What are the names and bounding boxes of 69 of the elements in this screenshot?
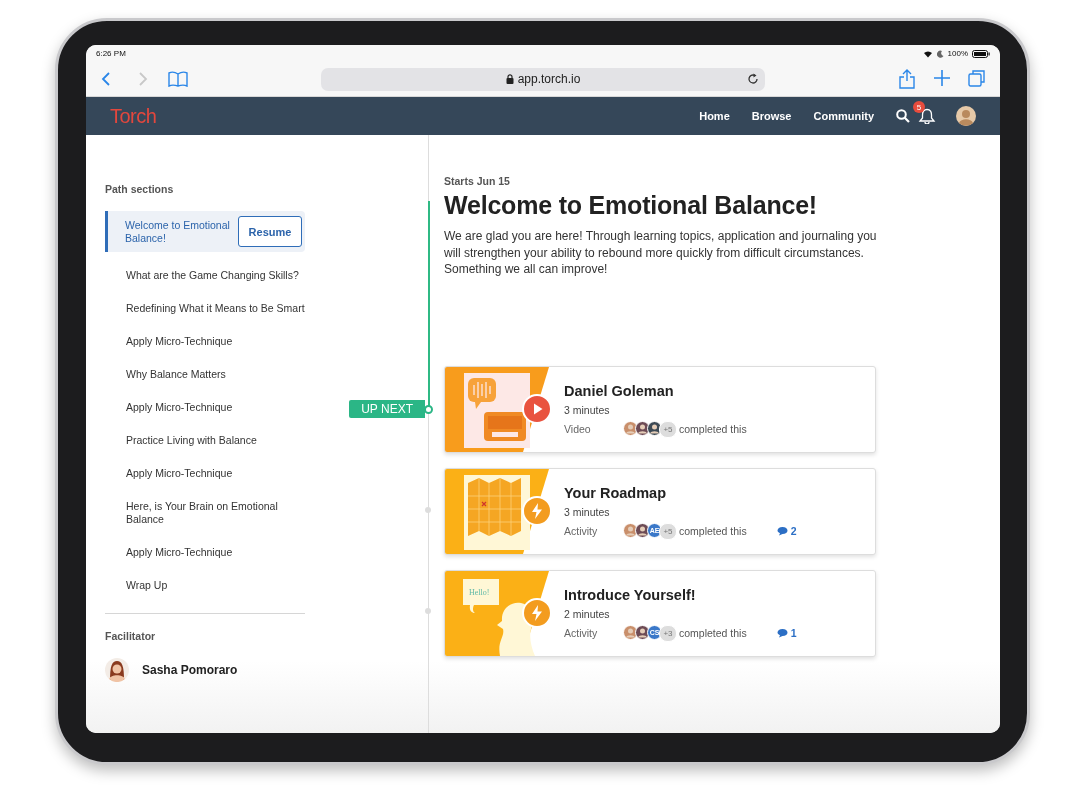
section-heading: Path sections bbox=[105, 183, 175, 195]
search-icon[interactable] bbox=[896, 109, 910, 123]
section-heading: Facilitator bbox=[105, 630, 157, 642]
completed-text: completed this bbox=[679, 525, 747, 537]
path-section-item[interactable]: Apply Micro-Technique bbox=[105, 391, 305, 424]
timeline-node bbox=[424, 405, 433, 414]
comment-icon bbox=[776, 526, 788, 536]
card-title: Introduce Yourself! bbox=[564, 586, 697, 603]
comment-count[interactable]: 2 bbox=[790, 525, 797, 537]
lightning-icon[interactable] bbox=[522, 495, 552, 526]
more-count: +5 bbox=[659, 522, 677, 540]
duration-text: 2 minutes bbox=[564, 607, 611, 620]
wifi-icon bbox=[922, 49, 933, 58]
lightning-icon[interactable] bbox=[522, 597, 552, 628]
user-avatar bbox=[635, 522, 650, 538]
battery-icon bbox=[972, 49, 990, 58]
nav-link[interactable]: Browse bbox=[751, 110, 792, 122]
completed-text: completed this bbox=[679, 423, 747, 435]
duration-text: 3 minutes bbox=[564, 505, 611, 518]
battery-percent: 100% bbox=[947, 49, 968, 58]
section-title: Welcome to Emotional Balance! bbox=[125, 218, 231, 245]
content-type: Activity bbox=[564, 525, 599, 537]
share-icon[interactable] bbox=[898, 69, 916, 89]
path-section-item[interactable]: Apply Micro-Technique bbox=[105, 325, 305, 358]
path-section-item[interactable]: Apply Micro-Technique bbox=[105, 457, 305, 490]
bubble-text: Hello! bbox=[469, 587, 490, 597]
user-avatar bbox=[647, 420, 662, 436]
completed-text: completed this bbox=[679, 627, 747, 639]
card-title: Your Roadmap bbox=[564, 484, 668, 501]
content-type: Video bbox=[564, 423, 592, 435]
reload-icon[interactable] bbox=[747, 72, 759, 85]
path-section-item[interactable]: Why Balance Matters bbox=[105, 358, 305, 391]
user-avatar[interactable] bbox=[956, 106, 976, 126]
more-count: +3 bbox=[659, 624, 677, 642]
page-title: Welcome to Emotional Balance! bbox=[444, 191, 818, 220]
path-section-item[interactable]: Redefining What it Means to Be Smart bbox=[105, 292, 305, 325]
path-section-item[interactable]: Practice Living with Balance bbox=[105, 424, 305, 457]
moon-icon bbox=[936, 49, 944, 58]
start-date: Starts Jun 15 bbox=[444, 175, 511, 187]
nav-link[interactable]: Community bbox=[813, 110, 874, 122]
user-avatar bbox=[635, 624, 650, 640]
path-section-item[interactable]: Apply Micro-Technique bbox=[105, 536, 305, 569]
lesson-card[interactable]: Daniel Goleman 3 minutes Video +5 completed this bbox=[444, 365, 876, 453]
nav-link[interactable]: Home bbox=[699, 110, 730, 122]
status-time: 6:26 PM bbox=[96, 49, 126, 58]
content-type: Activity bbox=[564, 627, 599, 639]
more-count: +5 bbox=[659, 420, 677, 438]
card-title: Daniel Goleman bbox=[564, 382, 675, 399]
path-section-item[interactable]: What are the Game Changing Skills? bbox=[105, 259, 305, 292]
comment-count[interactable]: 1 bbox=[790, 627, 797, 639]
bell-icon[interactable] bbox=[918, 108, 936, 124]
comment-icon bbox=[776, 628, 788, 638]
facilitator-name[interactable]: Sasha Pomoraro bbox=[142, 663, 238, 677]
duration-text: 3 minutes bbox=[564, 403, 611, 416]
facilitator-avatar bbox=[105, 658, 129, 682]
path-section-item[interactable]: Here, is Your Brain on Emotional Balance bbox=[105, 490, 305, 536]
book-icon[interactable] bbox=[168, 71, 188, 87]
plus-icon[interactable] bbox=[933, 69, 951, 87]
resume-button[interactable]: Resume bbox=[238, 216, 302, 247]
address-bar[interactable]: app.torch.io bbox=[321, 67, 765, 91]
notification-badge: 5 bbox=[913, 101, 925, 113]
up-next-tag: UP NEXT bbox=[349, 400, 425, 418]
tabs-icon[interactable] bbox=[968, 69, 986, 87]
lock-icon bbox=[505, 74, 514, 84]
play-icon[interactable] bbox=[522, 393, 552, 424]
path-section-item[interactable]: Welcome to Emotional Balance! Resume bbox=[105, 211, 305, 252]
intro-text: We are glad you are here! Through learning topics, application and journaling you will strengthen your ability to rebound more quickly from difficult circumstances. Something we all can improve! bbox=[444, 228, 878, 278]
path-section-item[interactable]: Wrap Up bbox=[105, 569, 305, 602]
url-text: app.torch.io bbox=[517, 72, 581, 86]
